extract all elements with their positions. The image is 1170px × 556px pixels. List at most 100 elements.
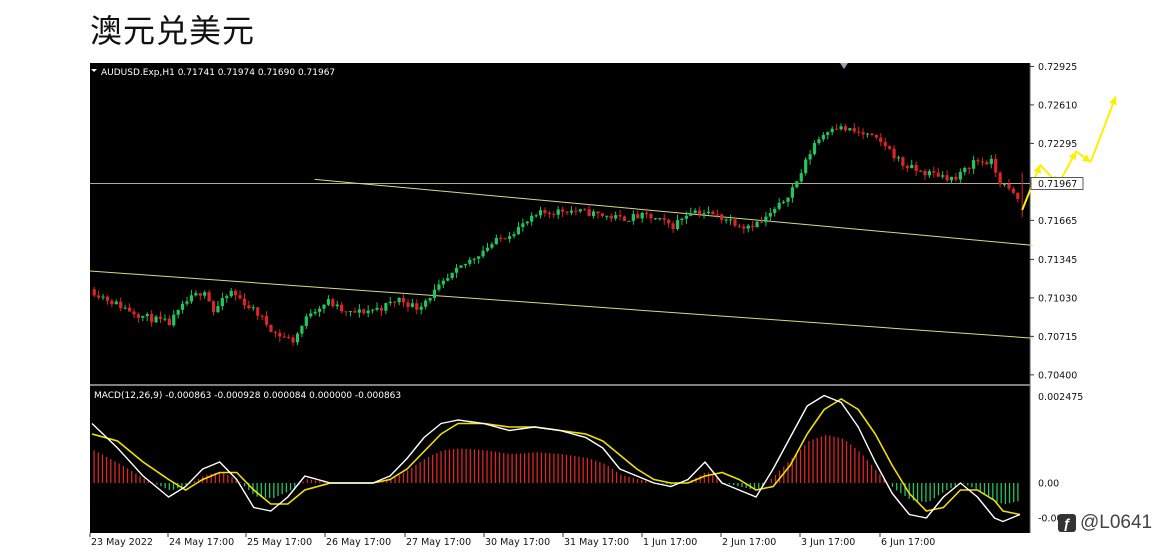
- candle-body: [419, 306, 423, 310]
- candle-body: [273, 332, 277, 334]
- candle-body: [967, 167, 971, 169]
- candle-body: [781, 201, 786, 203]
- candle-body: [242, 298, 247, 306]
- candle-body: [821, 134, 825, 140]
- candle-body: [609, 215, 613, 219]
- candle-body: [848, 128, 852, 131]
- candle-body: [746, 225, 750, 229]
- candle-body: [203, 292, 207, 296]
- time-tick-label: 26 May 17:00: [326, 537, 391, 548]
- candle-body: [194, 293, 198, 296]
- candle-body: [759, 221, 764, 223]
- candle-body: [406, 302, 410, 307]
- time-tick-label: 30 May 17:00: [485, 537, 550, 548]
- candle-body: [322, 304, 326, 309]
- price-tick-label: 0.71345: [1038, 255, 1077, 266]
- candle-body: [234, 290, 238, 296]
- price-tick-label: 0.71967: [1038, 179, 1077, 190]
- candle-body: [371, 309, 375, 311]
- candle-body: [675, 220, 680, 229]
- candle-body: [432, 289, 437, 298]
- candle-body: [207, 292, 211, 302]
- candle-body: [706, 211, 711, 214]
- price-tick-label: 0.72295: [1038, 139, 1077, 150]
- candle-body: [927, 171, 932, 176]
- candle-body: [176, 309, 180, 315]
- candle-body: [415, 303, 419, 310]
- candle-body: [393, 301, 397, 303]
- price-tick-label: 0.71665: [1038, 216, 1077, 227]
- candle-body: [401, 297, 406, 303]
- candle-body: [958, 172, 962, 180]
- candle-body: [737, 225, 741, 227]
- candle-body: [136, 314, 140, 318]
- candle-body: [711, 211, 715, 215]
- macd-tick-label: 0.00: [1038, 479, 1059, 490]
- candle-body: [362, 309, 366, 314]
- price-header: AUDUSD.Exp,H1 0.71741 0.71974 0.71690 0.…: [101, 68, 335, 78]
- candle-body: [764, 216, 768, 223]
- chart-figure: AUDUSD.Exp,H1 0.71741 0.71974 0.71690 0.…: [89, 62, 1117, 548]
- candle-body: [569, 210, 574, 213]
- candle-body: [994, 158, 998, 173]
- candle-body: [914, 164, 918, 171]
- candle-body: [441, 280, 445, 285]
- candle-body: [220, 298, 224, 307]
- candle-body: [985, 162, 989, 165]
- candle-body: [516, 227, 521, 235]
- candle-body: [158, 316, 163, 319]
- candle-body: [264, 315, 269, 325]
- candle-body: [954, 176, 958, 180]
- candle-body: [857, 131, 861, 133]
- candle-body: [724, 219, 728, 221]
- candle-body: [852, 128, 856, 132]
- candle-body: [980, 161, 985, 163]
- candle-body: [1011, 188, 1015, 193]
- candle-body: [561, 209, 565, 212]
- candle-body: [998, 172, 1002, 185]
- candle-body: [508, 236, 512, 239]
- candle-body: [578, 209, 582, 212]
- candle-body: [799, 173, 803, 182]
- time-tick-label: 3 Jun 17:00: [801, 537, 855, 548]
- candle-body: [167, 318, 171, 326]
- candle-body: [326, 299, 331, 305]
- candle-body: [525, 221, 529, 224]
- candle-body: [127, 307, 132, 312]
- candle-body: [989, 158, 993, 165]
- candle-body: [932, 171, 936, 173]
- price-tick-label: 0.71030: [1038, 293, 1077, 304]
- candle-body: [340, 304, 344, 312]
- candle-body: [702, 213, 706, 215]
- candle-body: [689, 213, 693, 216]
- candle-body: [247, 305, 251, 308]
- candle-body: [450, 272, 454, 279]
- candle-body: [574, 210, 578, 212]
- candle-body: [667, 219, 671, 224]
- candle-body: [600, 213, 604, 217]
- candle-body: [446, 278, 450, 281]
- candle-body: [830, 128, 834, 133]
- candle-body: [596, 211, 600, 214]
- macd-header: MACD(12,26,9) -0.000863 -0.000928 0.0000…: [94, 391, 401, 401]
- candle-body: [870, 133, 874, 135]
- candle-body: [353, 311, 357, 313]
- candle-body: [490, 244, 494, 248]
- candle-body: [189, 295, 194, 302]
- candle-body: [671, 223, 675, 229]
- candle-body: [640, 212, 644, 219]
- candle-body: [751, 225, 755, 228]
- candle-body: [622, 216, 627, 221]
- candle-body: [141, 316, 145, 318]
- candle-body: [437, 284, 441, 290]
- candle-body: [269, 324, 273, 333]
- candle-body: [154, 316, 158, 323]
- candle-body: [742, 226, 746, 229]
- candle-body: [521, 223, 525, 228]
- candle-body: [618, 215, 622, 217]
- candle-body: [260, 315, 264, 317]
- candle-body: [972, 160, 976, 169]
- candle-body: [304, 316, 308, 326]
- candle-body: [512, 234, 516, 237]
- candle-body: [879, 137, 883, 142]
